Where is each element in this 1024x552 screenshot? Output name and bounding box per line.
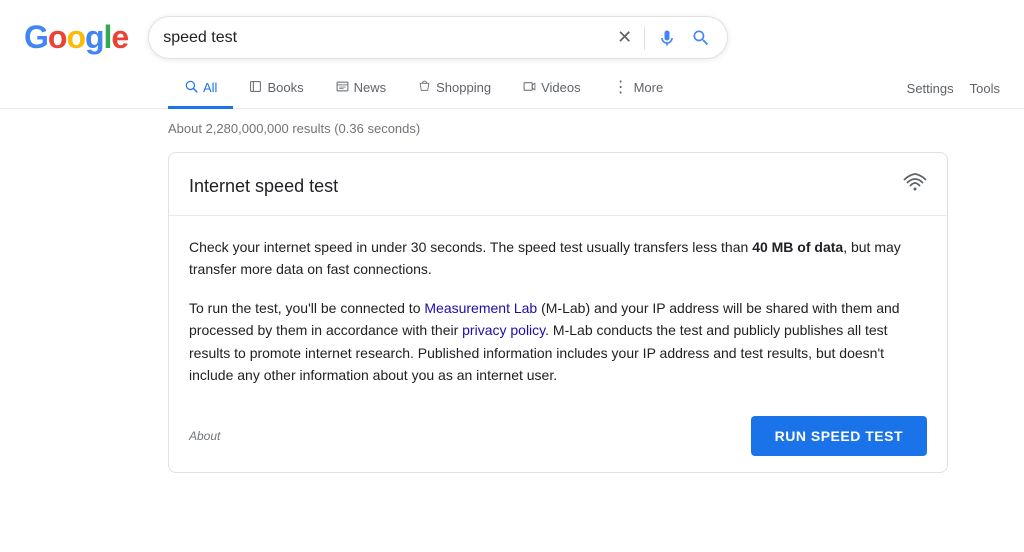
settings-tools: Settings Tools	[907, 81, 1024, 96]
tab-more-label: More	[634, 80, 664, 95]
results-count: About 2,280,000,000 results (0.36 second…	[168, 121, 1000, 136]
nav-tabs: All Books News Shopping Videos ⋮ More Se…	[0, 59, 1024, 109]
tab-more[interactable]: ⋮ More	[597, 70, 680, 109]
card-title: Internet speed test	[189, 176, 338, 197]
logo-letter-o2: o	[66, 19, 85, 55]
para1-bold: 40 MB of data	[752, 239, 843, 255]
para2-prefix: To run the test, you'll be connected to	[189, 300, 424, 316]
logo-letter-g: G	[24, 19, 48, 55]
privacy-policy-link[interactable]: privacy policy	[462, 322, 545, 338]
run-speed-test-button[interactable]: RUN SPEED TEST	[751, 416, 927, 456]
card-paragraph-2: To run the test, you'll be connected to …	[189, 297, 927, 387]
results-area: About 2,280,000,000 results (0.36 second…	[0, 109, 1024, 473]
tab-all[interactable]: All	[168, 69, 233, 109]
mic-icon	[657, 28, 677, 48]
tools-link[interactable]: Tools	[970, 81, 1000, 96]
google-logo[interactable]: Google	[24, 19, 128, 56]
logo-letter-e: e	[111, 19, 128, 55]
card-header: Internet speed test	[169, 153, 947, 216]
all-tab-icon	[184, 79, 198, 96]
tab-shopping-label: Shopping	[436, 80, 491, 95]
tab-all-label: All	[203, 80, 217, 95]
tab-videos-label: Videos	[541, 80, 581, 95]
tab-shopping[interactable]: Shopping	[402, 70, 507, 109]
news-tab-icon	[336, 80, 349, 96]
books-tab-icon	[249, 80, 262, 96]
search-bar-icons: ✕	[615, 25, 713, 50]
wifi-icon	[903, 171, 927, 201]
logo-letter-g2: g	[85, 19, 104, 55]
close-icon: ✕	[617, 27, 632, 48]
clear-button[interactable]: ✕	[615, 25, 634, 50]
videos-tab-icon	[523, 80, 536, 96]
search-icon	[691, 28, 711, 48]
settings-link[interactable]: Settings	[907, 81, 954, 96]
card-body: Check your internet speed in under 30 se…	[169, 216, 947, 402]
card-paragraph-1: Check your internet speed in under 30 se…	[189, 236, 927, 281]
search-input[interactable]	[163, 29, 607, 47]
para1-prefix: Check your internet speed in under 30 se…	[189, 239, 752, 255]
about-text: About	[189, 429, 220, 443]
tab-news-label: News	[354, 80, 387, 95]
search-button[interactable]	[689, 26, 713, 50]
shopping-tab-icon	[418, 80, 431, 96]
logo-letter-o1: o	[48, 19, 67, 55]
tab-news[interactable]: News	[320, 70, 403, 109]
speed-test-card: Internet speed test Check your internet …	[168, 152, 948, 473]
card-footer: About RUN SPEED TEST	[169, 402, 947, 472]
tab-books[interactable]: Books	[233, 70, 319, 109]
search-bar: ✕	[148, 16, 728, 59]
divider	[644, 26, 645, 50]
more-tab-icon: ⋮	[613, 80, 629, 96]
header: Google ✕	[0, 0, 1024, 59]
voice-search-button[interactable]	[655, 26, 679, 50]
measurement-lab-link[interactable]: Measurement Lab	[424, 300, 537, 316]
tab-books-label: Books	[267, 80, 303, 95]
tab-videos[interactable]: Videos	[507, 70, 597, 109]
